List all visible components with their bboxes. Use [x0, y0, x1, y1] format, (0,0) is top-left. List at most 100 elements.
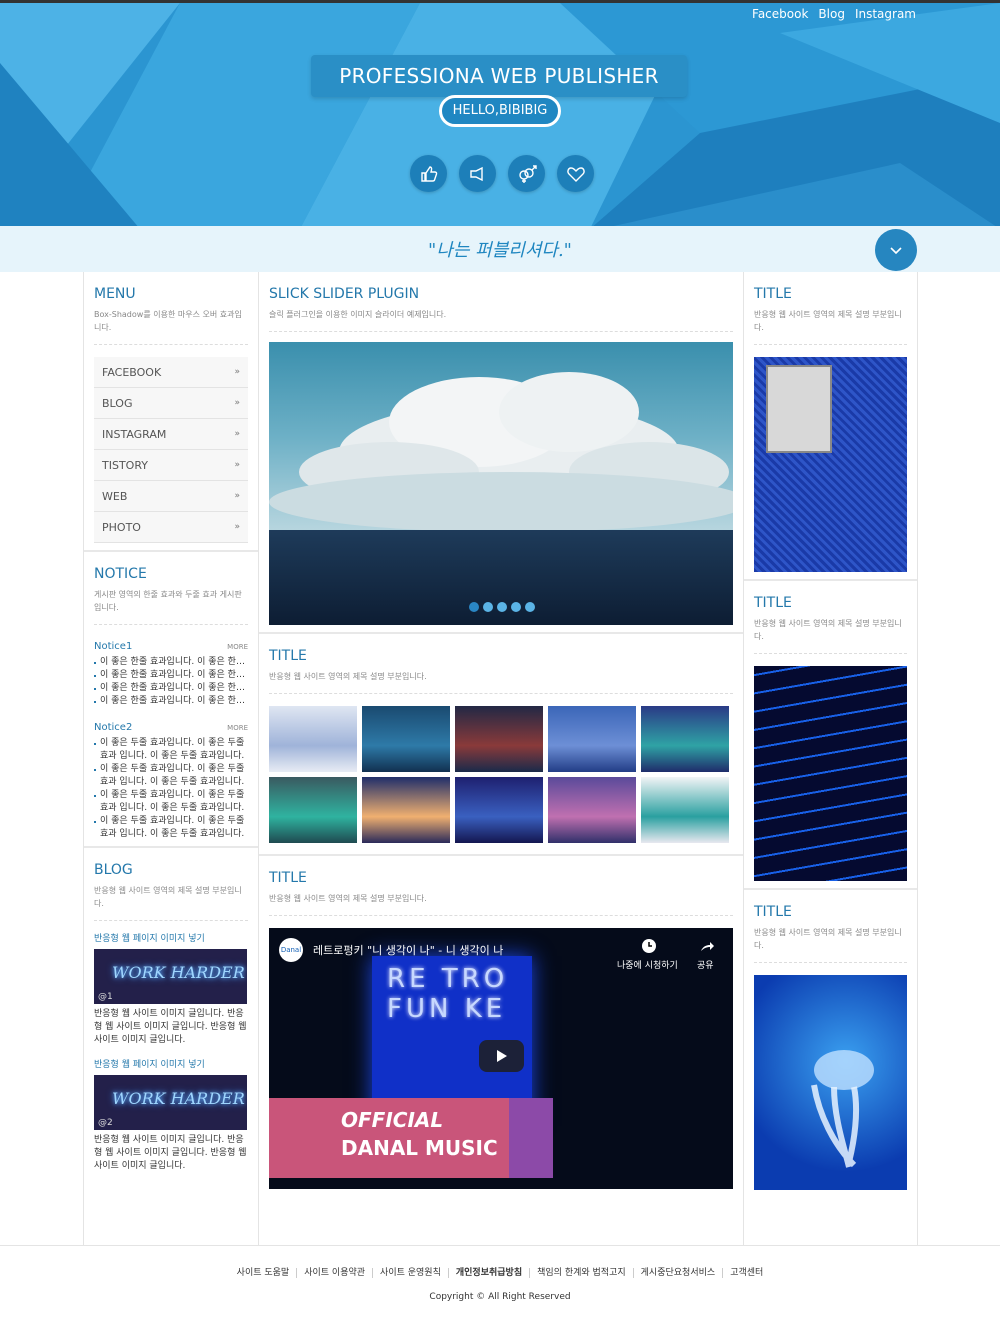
blog-post-image[interactable]: WORK HARDER @1 [94, 949, 247, 1004]
notice2-title[interactable]: Notice2 [94, 722, 132, 733]
clock-icon[interactable] [641, 938, 657, 954]
side-image-jellyfish[interactable] [754, 975, 907, 1190]
image-slider[interactable] [269, 342, 733, 625]
slider-heading: SLICK SLIDER PLUGIN [269, 286, 420, 302]
footer-link-takedown[interactable]: 게시중단요청서비스 [632, 1268, 723, 1278]
notice-section: NOTICE 게시판 영역의 한줄 효과와 두줄 효과 게시판입니다. Noti… [84, 552, 258, 848]
gallery-image[interactable] [362, 777, 450, 843]
menu-item-photo[interactable]: PHOTO » [94, 512, 248, 543]
gallery-image[interactable] [362, 706, 450, 772]
official-text: OFFICIAL [341, 1108, 444, 1132]
video-section: TITLE 반응형 웹 사이트 영역의 제목 설명 부분입니다. RE TRO … [259, 856, 743, 1199]
thumbs-right-icon[interactable] [459, 155, 496, 192]
gallery-image[interactable] [641, 777, 729, 843]
video-heading: TITLE [269, 870, 307, 886]
menu-item-tistory[interactable]: TISTORY » [94, 450, 248, 481]
sticker-box [766, 365, 832, 453]
neon-sign: WORK HARDER [112, 963, 245, 982]
gallery-desc: 반응형 웹 사이트 영역의 제목 설명 부분입니다. [269, 670, 733, 694]
gallery-image[interactable] [455, 706, 543, 772]
menu-item-blog[interactable]: BLOG » [94, 388, 248, 419]
heart-icon[interactable] [557, 155, 594, 192]
side-image-lights[interactable] [754, 666, 907, 881]
footer-link-help[interactable]: 사이트 도움말 [230, 1268, 297, 1278]
notice1-title[interactable]: Notice1 [94, 641, 132, 652]
share-label[interactable]: 공유 [697, 958, 714, 971]
list-item[interactable]: 이 좋은 한줄 효과입니다. 이 좋은 한줄 효과입니다. [94, 669, 248, 682]
slider-dot[interactable] [511, 602, 521, 612]
notice2-header: Notice2 MORE [94, 722, 248, 733]
notice-heading: NOTICE [94, 566, 147, 582]
play-icon [497, 1050, 507, 1062]
blog-heading: BLOG [94, 862, 133, 878]
slider-dot[interactable] [469, 602, 479, 612]
slider-dots [469, 602, 535, 612]
slogan-bar: "나는 퍼블리셔다." [0, 226, 1000, 272]
notice2-more-link[interactable]: MORE [227, 724, 248, 732]
notice1-more-link[interactable]: MORE [227, 643, 248, 651]
footer-link-policy[interactable]: 사이트 운영원칙 [372, 1268, 448, 1278]
side-section-2: TITLE 반응형 웹 사이트 영역의 제목 설명 부분입니다. [744, 581, 917, 890]
thumbs-up-icon[interactable] [410, 155, 447, 192]
notice-desc: 게시판 영역의 한줄 효과와 두줄 효과 게시판입니다. [94, 588, 248, 625]
blog-desc: 반응형 웹 사이트 영역의 제목 설명 부분입니다. [94, 884, 248, 921]
play-button[interactable] [479, 1040, 524, 1072]
list-item[interactable]: 이 좋은 두줄 효과입니다. 이 좋은 두줄 효과 입니다. 이 좋은 두줄 효… [94, 815, 248, 841]
share-icon[interactable] [699, 938, 715, 954]
gallery-image[interactable] [548, 706, 636, 772]
channel-avatar[interactable]: Danal [279, 938, 303, 962]
footer-link-privacy[interactable]: 개인정보취급방침 [447, 1268, 529, 1278]
side-image-love[interactable] [754, 357, 907, 572]
danal-music-text: DANAL MUSIC [341, 1136, 498, 1160]
list-item[interactable]: 이 좋은 한줄 효과입니다. 이 좋은 한줄 효과입니다. [94, 656, 248, 669]
neon-text: RE TRO FUN KE [387, 964, 509, 1024]
chevron-right-icon: » [234, 398, 240, 408]
side-desc: 반응형 웹 사이트 영역의 제목 설명 부분입니다. [754, 308, 907, 345]
center-column: SLICK SLIDER PLUGIN 슬릭 플러그인을 이용한 이미지 슬라이… [258, 272, 743, 1246]
nav-instagram-link[interactable]: Instagram [855, 7, 916, 21]
side-desc: 반응형 웹 사이트 영역의 제목 설명 부분입니다. [754, 617, 907, 654]
video-banner-accent [509, 1098, 553, 1178]
gallery-image[interactable] [455, 777, 543, 843]
slider-dot[interactable] [497, 602, 507, 612]
notice1-list: 이 좋은 한줄 효과입니다. 이 좋은 한줄 효과입니다. 이 좋은 한줄 효과… [94, 656, 248, 708]
chevron-right-icon: » [234, 491, 240, 501]
list-item[interactable]: 이 좋은 두줄 효과입니다. 이 좋은 두줄 효과 입니다. 이 좋은 두줄 효… [94, 737, 248, 763]
list-item[interactable]: 이 좋은 두줄 효과입니다. 이 좋은 두줄 효과 입니다. 이 좋은 두줄 효… [94, 789, 248, 815]
footer-link-terms[interactable]: 사이트 이용약관 [296, 1268, 372, 1278]
side-heading: TITLE [754, 286, 792, 302]
menu-item-instagram[interactable]: INSTAGRAM » [94, 419, 248, 450]
video-player[interactable]: RE TRO FUN KE OFFICIAL DANAL MUSIC Danal… [269, 928, 733, 1189]
footer-link-support[interactable]: 고객센터 [722, 1268, 770, 1278]
site-title: PROFESSIONA WEB PUBLISHER [311, 55, 687, 97]
gallery-image[interactable] [269, 706, 357, 772]
slider-dot[interactable] [483, 602, 493, 612]
video-title[interactable]: 레트로펑키 "니 생각이 나" - 니 생각이 나 [313, 942, 503, 958]
gallery-image[interactable] [269, 777, 357, 843]
list-item[interactable]: 이 좋은 한줄 효과입니다. 이 좋은 한줄 효과입니다. [94, 695, 248, 708]
blog-post-title[interactable]: 반응형 웹 페이지 이미지 넣기 [94, 1057, 248, 1070]
menu-item-facebook[interactable]: FACEBOOK » [94, 357, 248, 388]
watch-later-label[interactable]: 나중에 시청하기 [617, 958, 678, 971]
gallery-image[interactable] [548, 777, 636, 843]
menu-item-web[interactable]: WEB » [94, 481, 248, 512]
scroll-down-button[interactable] [875, 229, 917, 271]
list-item[interactable]: 이 좋은 두줄 효과입니다. 이 좋은 두줄 효과 입니다. 이 좋은 두줄 효… [94, 763, 248, 789]
menu-item-label: FACEBOOK [102, 365, 162, 379]
slogan: "나는 퍼블리셔다." [428, 240, 572, 261]
clouds-illustration [269, 372, 733, 532]
nav-blog-link[interactable]: Blog [818, 7, 845, 21]
hello-button[interactable]: HELLO,BIBIBIG [439, 95, 561, 127]
list-item[interactable]: 이 좋은 한줄 효과입니다. 이 좋은 한줄 효과입니다. [94, 682, 248, 695]
gender-icon[interactable] [508, 155, 545, 192]
slider-dot[interactable] [525, 602, 535, 612]
footer-link-legal[interactable]: 책임의 한계와 법적고지 [529, 1268, 633, 1278]
top-nav: Facebook Blog Instagram [752, 7, 916, 21]
blog-post-title[interactable]: 반응형 웹 페이지 이미지 넣기 [94, 931, 248, 944]
gallery-image[interactable] [641, 706, 729, 772]
menu-section: MENU Box-Shadow를 이용한 마우스 오버 효과입니다. FACEB… [84, 272, 258, 552]
notice1-header: Notice1 MORE [94, 641, 248, 652]
nav-facebook-link[interactable]: Facebook [752, 7, 808, 21]
blog-post-image[interactable]: WORK HARDER @2 [94, 1075, 247, 1130]
chevron-right-icon: » [234, 522, 240, 532]
